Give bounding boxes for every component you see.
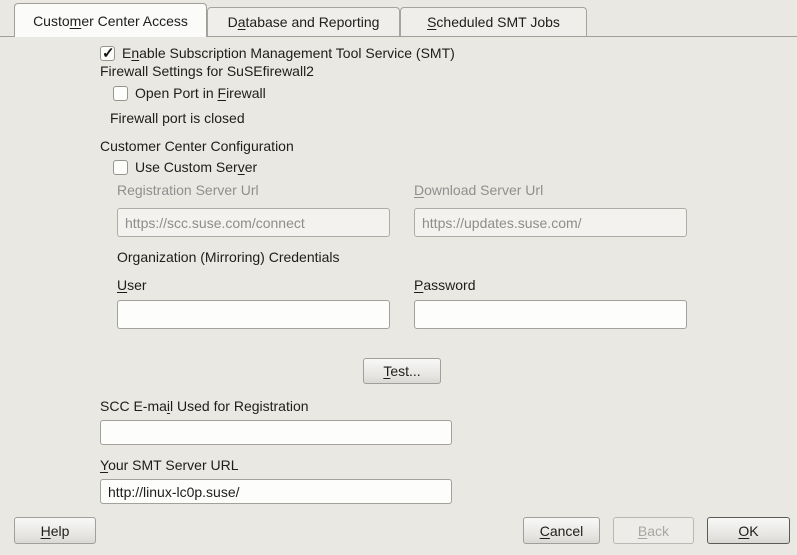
user-label: User bbox=[117, 277, 147, 294]
cancel-button[interactable]: Cancel bbox=[523, 517, 600, 544]
organization-credentials-heading: Organization (Mirroring) Credentials bbox=[117, 249, 340, 266]
download-server-url-label: Download Server Url bbox=[414, 182, 543, 199]
back-button: Back bbox=[613, 517, 694, 544]
password-label: Password bbox=[414, 277, 475, 294]
smt-server-url-input[interactable] bbox=[100, 479, 452, 504]
tab-label: Customer Center Access bbox=[33, 13, 188, 29]
firewall-status-text: Firewall port is closed bbox=[110, 110, 245, 127]
smt-server-url-label: Your SMT Server URL bbox=[100, 457, 239, 474]
user-input[interactable] bbox=[117, 300, 390, 329]
tab-scheduled-smt-jobs[interactable]: Scheduled SMT Jobs bbox=[400, 7, 587, 36]
tab-bar: Customer Center Access Database and Repo… bbox=[0, 4, 797, 37]
use-custom-server-checkbox[interactable] bbox=[113, 160, 128, 175]
tab-database-and-reporting[interactable]: Database and Reporting bbox=[207, 7, 400, 36]
enable-smt-checkbox[interactable] bbox=[100, 46, 115, 61]
tab-label: Scheduled SMT Jobs bbox=[427, 14, 560, 30]
customer-center-configuration-heading: Customer Center Configuration bbox=[100, 138, 294, 155]
scc-email-label: SCC E-mail Used for Registration bbox=[100, 398, 309, 415]
enable-smt-label[interactable]: Enable Subscription Management Tool Serv… bbox=[122, 45, 455, 62]
tab-customer-center-access[interactable]: Customer Center Access bbox=[14, 3, 207, 37]
registration-server-url-input[interactable] bbox=[117, 208, 390, 237]
download-server-url-input[interactable] bbox=[414, 208, 687, 237]
help-button[interactable]: Help bbox=[14, 517, 96, 544]
test-button[interactable]: Test... bbox=[363, 358, 441, 384]
use-custom-server-label[interactable]: Use Custom Server bbox=[135, 159, 257, 176]
ok-button[interactable]: OK bbox=[707, 517, 790, 544]
password-input[interactable] bbox=[414, 300, 687, 329]
open-port-label[interactable]: Open Port in Firewall bbox=[135, 85, 266, 102]
registration-server-url-label: Registration Server Url bbox=[117, 182, 259, 199]
firewall-settings-heading: Firewall Settings for SuSEfirewall2 bbox=[100, 63, 314, 80]
smt-configuration-window: Customer Center Access Database and Repo… bbox=[0, 0, 797, 555]
open-port-checkbox[interactable] bbox=[113, 86, 128, 101]
tab-label: Database and Reporting bbox=[228, 14, 380, 30]
scc-email-input[interactable] bbox=[100, 420, 452, 445]
